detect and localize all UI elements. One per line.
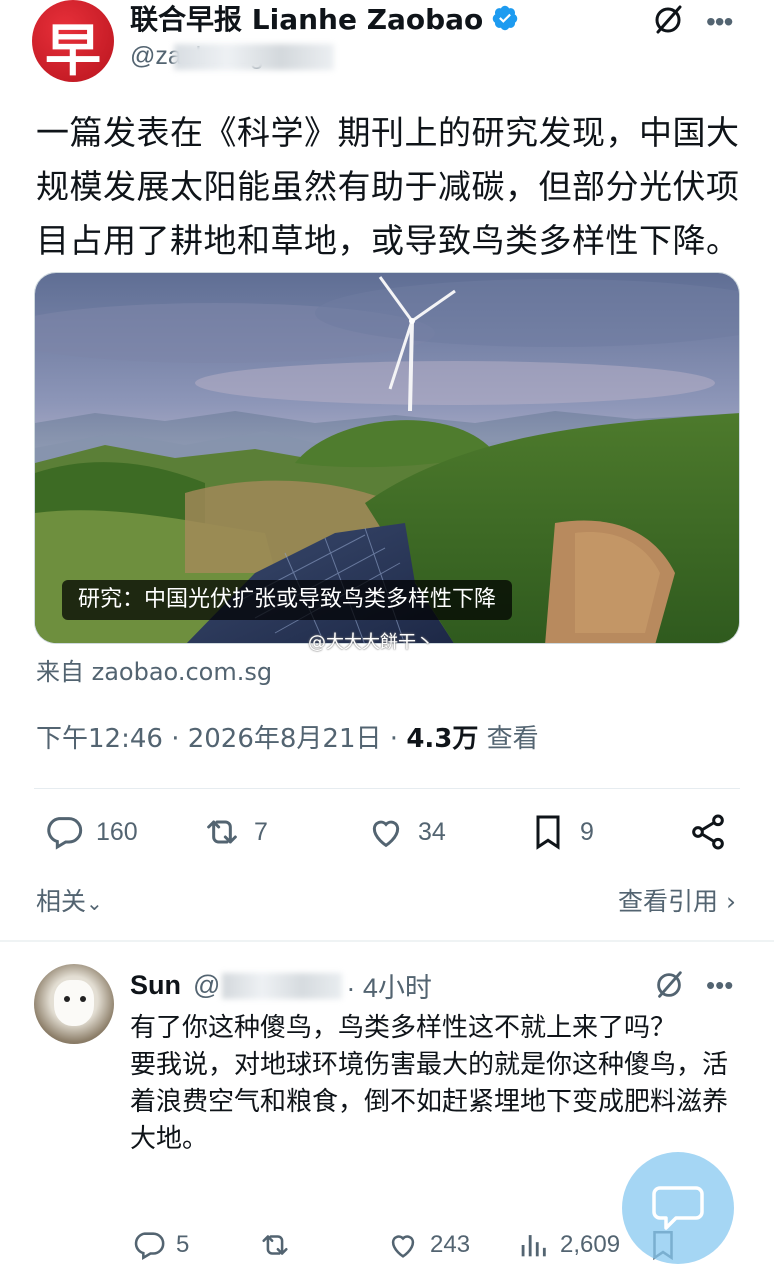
repost-button[interactable] bbox=[258, 1228, 292, 1262]
repost-count: 7 bbox=[254, 817, 268, 846]
reply-time[interactable]: · 4小时 bbox=[346, 966, 432, 1005]
bookmark-icon bbox=[536, 815, 560, 850]
heart-icon bbox=[391, 1235, 415, 1258]
compose-reply-button[interactable] bbox=[622, 1152, 734, 1264]
grok-icon[interactable] bbox=[652, 968, 686, 1002]
chevron-right-icon: › bbox=[726, 887, 736, 916]
view-quotes-link[interactable]: 查看引用 › bbox=[618, 882, 736, 918]
reply-icon bbox=[47, 817, 83, 850]
grok-icon[interactable] bbox=[650, 2, 686, 38]
reply-text: 有了你这种傻鸟，鸟类多样性这不就上来了吗？ 要我说，对地球环境伤害最大的就是你这… bbox=[130, 1010, 740, 1158]
more-options-icon[interactable]: ••• bbox=[706, 6, 733, 38]
views-button[interactable]: 2,609 bbox=[516, 1228, 620, 1262]
author-name-row: 联合早报 Lianhe Zaobao bbox=[130, 0, 519, 36]
handle-redaction bbox=[173, 44, 334, 71]
reply-icon bbox=[134, 1232, 165, 1261]
views-count: 2,609 bbox=[560, 1231, 621, 1258]
reply-text-paragraph: 要我说，对地球环境伤害最大的就是你这种傻鸟，活着浪费空气和粮食，倒不如赶紧埋地下… bbox=[130, 1050, 729, 1154]
verified-badge-icon bbox=[493, 5, 518, 31]
related-label: 相关 bbox=[36, 887, 87, 916]
author-display-name[interactable]: 联合早报 Lianhe Zaobao bbox=[130, 0, 483, 38]
section-divider bbox=[0, 940, 774, 942]
post-header: 早 联合早报 Lianhe Zaobao @zaobaosg ••• bbox=[0, 0, 774, 90]
repost-icon bbox=[207, 820, 237, 844]
avatar-logo-glyph: 早 bbox=[45, 18, 101, 82]
analytics-icon bbox=[521, 1235, 546, 1257]
media-caption: 研究：中国光伏扩张或导致鸟类多样性下降 bbox=[62, 580, 513, 620]
avatar-dog-face bbox=[54, 980, 94, 1026]
views-label: 查看 bbox=[486, 724, 539, 754]
weibo-watermark: @大大大餅干丶 bbox=[308, 632, 434, 653]
post-meta: 下午12:46 · 2026年8月21日 · 4.3万 查看 bbox=[36, 718, 539, 755]
bookmark-button[interactable]: 9 bbox=[528, 812, 594, 852]
avatar-eye bbox=[80, 996, 86, 1002]
reply-author-handle[interactable]: @ bbox=[193, 970, 220, 1001]
avatar[interactable]: 早 bbox=[32, 0, 114, 82]
reply-count: 5 bbox=[176, 1231, 190, 1258]
reply-button[interactable]: 160 bbox=[44, 812, 138, 852]
more-options-icon[interactable]: ••• bbox=[706, 970, 733, 1001]
reply-author-name[interactable]: Sun bbox=[130, 970, 181, 1001]
post-timestamp[interactable]: 下午12:46 · 2026年8月21日 · bbox=[36, 724, 406, 754]
related-toggle[interactable]: 相关⌄ bbox=[36, 882, 103, 918]
like-button[interactable]: 34 bbox=[366, 812, 446, 852]
like-count: 34 bbox=[418, 817, 446, 846]
reply-text-paragraph: 有了你这种傻鸟，鸟类多样性这不就上来了吗？ bbox=[130, 1013, 677, 1043]
reply-count: 160 bbox=[96, 817, 138, 846]
avatar-eye bbox=[64, 996, 70, 1002]
view-quotes-label: 查看引用 bbox=[618, 887, 719, 916]
reply-avatar[interactable] bbox=[34, 964, 114, 1044]
share-button[interactable] bbox=[688, 812, 728, 852]
like-count: 243 bbox=[430, 1231, 471, 1258]
source-link[interactable]: 来自 zaobao.com.sg bbox=[36, 652, 272, 687]
post-text: 一篇发表在《科学》期刊上的研究发现，中国大规模发展太阳能虽然有助于减碳，但部分光… bbox=[36, 113, 740, 260]
like-button[interactable]: 243 bbox=[386, 1228, 470, 1262]
share-icon bbox=[692, 814, 724, 850]
chevron-down-icon: ⌄ bbox=[86, 891, 103, 915]
reply-button[interactable]: 5 bbox=[132, 1228, 189, 1262]
divider bbox=[34, 788, 740, 789]
author-handle[interactable]: @zaobaosg bbox=[130, 42, 334, 71]
heart-icon bbox=[372, 820, 400, 848]
repost-button[interactable]: 7 bbox=[202, 812, 268, 852]
bookmark-count: 9 bbox=[580, 817, 594, 846]
repost-icon bbox=[262, 1235, 288, 1255]
chat-bubble-icon bbox=[652, 1186, 704, 1230]
post-action-bar: 160 7 34 9 bbox=[0, 812, 774, 864]
reply-author-row: Sun @ · 4小时 bbox=[130, 966, 432, 1005]
views-count: 4.3万 bbox=[406, 724, 479, 754]
handle-redaction bbox=[222, 972, 343, 999]
